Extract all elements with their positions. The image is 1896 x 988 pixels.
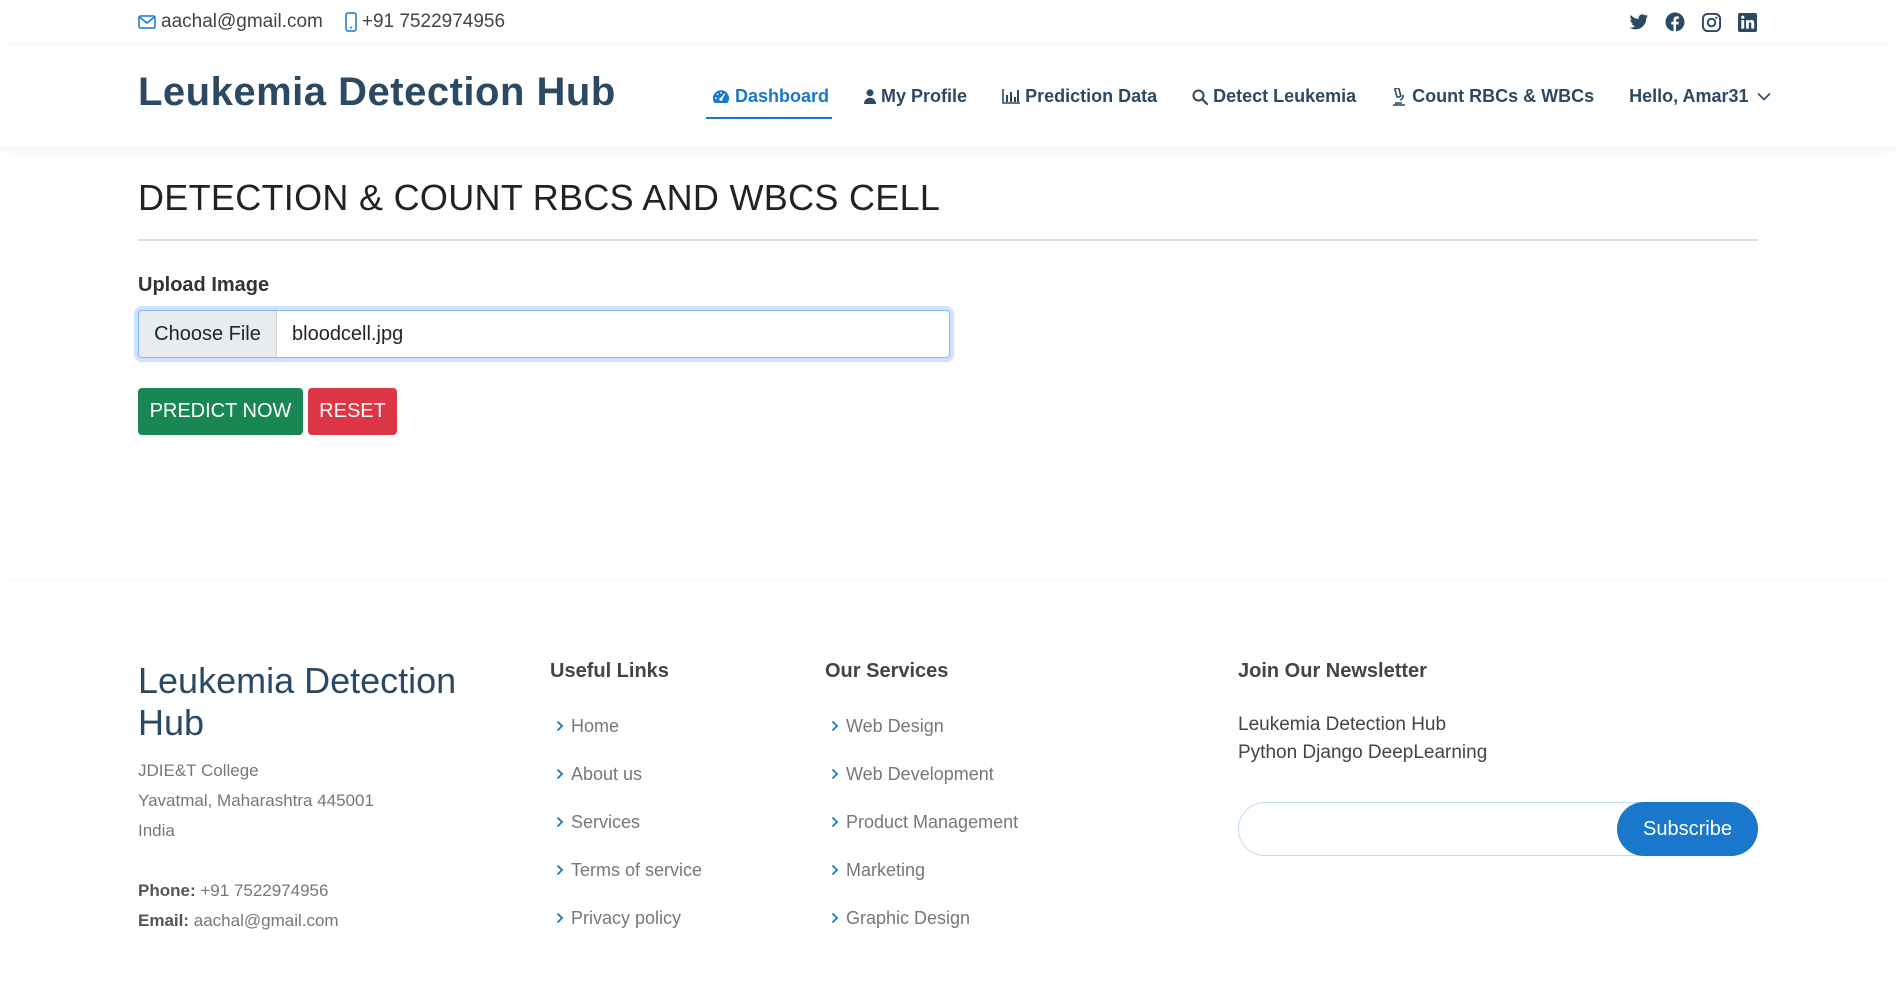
footer-email-label: Email: xyxy=(138,911,190,930)
facebook-icon[interactable] xyxy=(1664,11,1686,33)
site-footer: Leukemia Detection Hub JDIE&T College Ya… xyxy=(0,582,1896,988)
topbar-email[interactable]: aachal@gmail.com xyxy=(138,11,323,33)
image-file-input[interactable]: Choose File bloodcell.jpg xyxy=(138,310,950,358)
footer-link-label: Web Design xyxy=(846,715,944,736)
chevron-right-icon xyxy=(556,864,564,876)
footer-link-label: Web Development xyxy=(846,763,994,784)
footer-phone-value: +91 7522974956 xyxy=(200,881,329,900)
linkedin-icon[interactable] xyxy=(1736,11,1758,33)
microscope-icon xyxy=(1393,87,1406,106)
nav-count-cells-label: Count RBCs & WBCs xyxy=(1412,86,1595,106)
nav-my-profile-label: My Profile xyxy=(881,86,968,106)
newsletter-form: Subscribe xyxy=(1238,802,1758,856)
footer-address: JDIE&T College Yavatmal, Maharashtra 445… xyxy=(138,756,374,846)
topbar-contact: aachal@gmail.com +91 7522974956 xyxy=(138,11,527,33)
nav-count-cells[interactable]: Count RBCs & WBCs xyxy=(1391,77,1594,117)
subscribe-button[interactable]: Subscribe xyxy=(1617,802,1758,856)
chevron-right-icon xyxy=(831,864,839,876)
footer-link-label: Privacy policy xyxy=(571,907,682,928)
newsletter-line-2: Python Django DeepLearning xyxy=(1238,742,1488,763)
nav-detect-leukemia[interactable]: Detect Leukemia xyxy=(1192,77,1356,117)
nav-prediction-data-label: Prediction Data xyxy=(1025,86,1158,106)
address-line: India xyxy=(138,821,175,840)
phone-icon xyxy=(345,12,357,32)
page-title: DETECTION & COUNT RBCS AND WBCS CELL xyxy=(138,177,941,218)
our-services-title: Our Services xyxy=(825,660,949,682)
main-nav: Dashboard My Profile Prediction Data Det… xyxy=(705,46,1771,147)
footer-newsletter: Join Our Newsletter Leukemia Detection H… xyxy=(1238,660,1758,856)
footer-useful-links: Useful Links Home About us Services Term… xyxy=(550,660,702,942)
newsletter-line-1: Leukemia Detection Hub xyxy=(1238,714,1447,735)
footer-phone-label: Phone: xyxy=(138,881,196,900)
footer-link-label: Services xyxy=(571,811,641,832)
footer-link-label: Home xyxy=(571,715,620,736)
bar-chart-icon xyxy=(1002,89,1021,104)
title-divider xyxy=(138,239,1758,241)
footer-contact: Phone: +91 7522974956 Email: aachal@gmai… xyxy=(138,876,339,936)
choose-file-button[interactable]: Choose File xyxy=(139,311,277,357)
instagram-icon[interactable] xyxy=(1700,11,1722,33)
chevron-right-icon xyxy=(831,912,839,924)
footer-link-label: Marketing xyxy=(846,859,926,880)
nav-detect-leukemia-label: Detect Leukemia xyxy=(1213,86,1357,106)
chevron-right-icon xyxy=(556,768,564,780)
topbar-phone-text: +91 7522974956 xyxy=(361,11,506,32)
dashboard-icon xyxy=(712,90,730,103)
nav-dashboard[interactable]: Dashboard xyxy=(705,77,833,119)
topbar-phone[interactable]: +91 7522974956 xyxy=(345,11,505,33)
footer-link-privacy[interactable]: Privacy policy xyxy=(550,894,702,942)
predict-now-button[interactable]: PREDICT NOW xyxy=(138,388,303,435)
site-header: Leukemia Detection Hub Dashboard My Prof… xyxy=(0,46,1896,147)
twitter-icon[interactable] xyxy=(1628,11,1650,33)
chevron-right-icon xyxy=(831,768,839,780)
footer-link-label: Graphic Design xyxy=(846,907,971,928)
chevron-right-icon xyxy=(556,720,564,732)
chevron-down-icon xyxy=(1756,92,1771,101)
social-links xyxy=(1614,11,1758,33)
footer-phone: Phone: +91 7522974956 xyxy=(138,876,339,906)
envelope-icon xyxy=(138,15,156,29)
footer-link-label: Product Management xyxy=(846,811,1019,832)
footer-email: Email: aachal@gmail.com xyxy=(138,906,339,936)
footer-link-label: Terms of service xyxy=(571,859,703,880)
footer-link-services[interactable]: Services xyxy=(550,798,702,846)
topbar-email-text: aachal@gmail.com xyxy=(161,11,323,32)
site-logo[interactable]: Leukemia Detection Hub xyxy=(138,70,616,115)
chevron-right-icon xyxy=(831,816,839,828)
footer-service-web-development[interactable]: Web Development xyxy=(825,750,1018,798)
newsletter-title: Join Our Newsletter xyxy=(1238,660,1427,682)
nav-dashboard-label: Dashboard xyxy=(735,86,830,106)
footer-link-terms[interactable]: Terms of service xyxy=(550,846,702,894)
search-icon xyxy=(1192,89,1209,105)
footer-link-home[interactable]: Home xyxy=(550,702,702,750)
nav-my-profile[interactable]: My Profile xyxy=(864,77,967,117)
user-icon xyxy=(864,89,877,104)
nav-prediction-data[interactable]: Prediction Data xyxy=(1002,77,1157,117)
reset-button[interactable]: RESET xyxy=(308,388,397,435)
footer-service-marketing[interactable]: Marketing xyxy=(825,846,1018,894)
chevron-right-icon xyxy=(831,720,839,732)
footer-service-web-design[interactable]: Web Design xyxy=(825,702,1018,750)
footer-link-label: About us xyxy=(571,763,643,784)
footer-link-about[interactable]: About us xyxy=(550,750,702,798)
useful-links-title: Useful Links xyxy=(550,660,669,682)
user-menu-label: Hello, Amar31 xyxy=(1629,86,1749,106)
upload-image-label: Upload Image xyxy=(138,274,270,296)
footer-service-graphic-design[interactable]: Graphic Design xyxy=(825,894,1018,942)
address-line: Yavatmal, Maharashtra 445001 xyxy=(138,791,374,810)
newsletter-email-input[interactable] xyxy=(1253,813,1613,845)
address-line: JDIE&T College xyxy=(138,761,259,780)
footer-service-product-management[interactable]: Product Management xyxy=(825,798,1018,846)
footer-our-services: Our Services Web Design Web Development … xyxy=(825,660,1018,942)
chevron-right-icon xyxy=(556,816,564,828)
user-menu[interactable]: Hello, Amar31 xyxy=(1629,77,1771,117)
footer-brand: Leukemia Detection Hub xyxy=(138,660,457,743)
chevron-right-icon xyxy=(556,912,564,924)
selected-file-name: bloodcell.jpg xyxy=(292,322,404,345)
footer-email-value: aachal@gmail.com xyxy=(193,911,339,930)
topbar: aachal@gmail.com +91 7522974956 xyxy=(0,0,1896,46)
